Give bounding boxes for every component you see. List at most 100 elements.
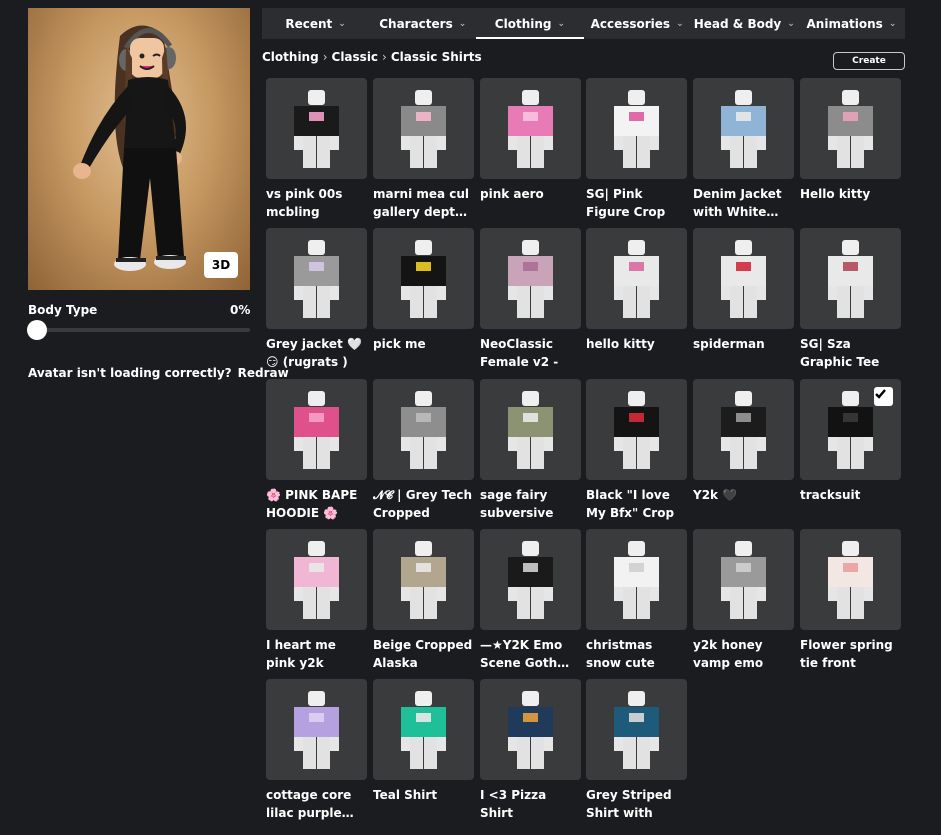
item-name[interactable]: pink aero (480, 185, 581, 221)
catalog-item[interactable]: pick me (373, 228, 474, 371)
item-name[interactable]: I <3 Pizza Shirt (480, 786, 581, 822)
item-name[interactable]: sage fairy subversive y2k… (480, 486, 581, 522)
catalog-item[interactable]: NeoClassic Female v2 - Shirt (480, 228, 581, 371)
catalog-item[interactable]: tracksuit (800, 379, 901, 522)
item-thumbnail[interactable] (266, 529, 367, 630)
tab-characters[interactable]: Characters ⌄ (369, 8, 476, 39)
catalog-item[interactable]: Grey jacket 🤍😏 (rugrats ) (266, 228, 367, 371)
item-name[interactable]: Beige Cropped Alaska Pullover (373, 636, 474, 672)
catalog-item[interactable]: Grey Striped Shirt with Deni… (586, 679, 687, 822)
catalog-item[interactable]: Black "I love My Bfx" Crop top… (586, 379, 687, 522)
item-thumbnail[interactable] (480, 529, 581, 630)
item-name[interactable]: —★Y2K Emo Scene Goth… (480, 636, 581, 672)
item-thumbnail[interactable] (373, 78, 474, 179)
item-name[interactable]: spiderman (693, 335, 794, 371)
catalog-item[interactable]: Teal Shirt (373, 679, 474, 822)
catalog-item[interactable]: pink aero (480, 78, 581, 221)
shirt-preview (614, 541, 659, 619)
item-thumbnail[interactable] (266, 228, 367, 329)
catalog-item[interactable]: SG| Sza Graphic Tee (800, 228, 901, 371)
catalog-item[interactable]: Y2k 🖤 (693, 379, 794, 522)
breadcrumb-item[interactable]: Classic (332, 50, 379, 64)
item-name[interactable]: SG| Pink Figure Crop (586, 185, 687, 221)
item-thumbnail[interactable] (586, 228, 687, 329)
catalog-item[interactable]: cottage core lilac purple… (266, 679, 367, 822)
item-thumbnail[interactable] (693, 78, 794, 179)
item-thumbnail[interactable] (480, 679, 581, 780)
item-name[interactable]: christmas snow cute White… (586, 636, 687, 672)
catalog-item[interactable]: I heart me pink y2k cropped… (266, 529, 367, 672)
breadcrumb-item[interactable]: Clothing (262, 50, 319, 64)
catalog-item[interactable]: Denim Jacket with White… (693, 78, 794, 221)
item-name[interactable]: Grey jacket 🤍😏 (rugrats ) (266, 335, 367, 371)
item-name[interactable]: cottage core lilac purple… (266, 786, 367, 822)
item-name[interactable]: Grey Striped Shirt with Deni… (586, 786, 687, 822)
item-thumbnail[interactable] (373, 679, 474, 780)
item-name[interactable]: vs pink 00s mcbling (266, 185, 367, 221)
item-name[interactable]: marni mea cul gallery dept… (373, 185, 474, 221)
item-name[interactable]: 🌸 PINK BAPE HOODIE 🌸 (266, 486, 367, 522)
catalog-item[interactable]: Flower spring tie front preppy… (800, 529, 901, 672)
catalog-item[interactable]: SG| Pink Figure Crop (586, 78, 687, 221)
item-name[interactable]: Denim Jacket with White… (693, 185, 794, 221)
item-name[interactable]: Hello kitty (800, 185, 901, 221)
create-button[interactable]: Create (833, 52, 905, 70)
item-name[interactable]: pick me (373, 335, 474, 371)
item-thumbnail[interactable] (266, 379, 367, 480)
item-name[interactable]: y2k honey vamp emo cyber… (693, 636, 794, 672)
item-thumbnail[interactable] (586, 679, 687, 780)
item-thumbnail[interactable] (693, 228, 794, 329)
body-type-slider-knob[interactable] (27, 320, 47, 340)
item-name[interactable]: I heart me pink y2k cropped… (266, 636, 367, 672)
catalog-item[interactable]: marni mea cul gallery dept… (373, 78, 474, 221)
tab-animations[interactable]: Animations ⌄ (798, 8, 905, 39)
item-thumbnail[interactable] (693, 529, 794, 630)
item-thumbnail[interactable] (266, 679, 367, 780)
catalog-item[interactable]: 𝓝𝓒 | Grey Tech Cropped (373, 379, 474, 522)
item-name[interactable]: hello kitty (586, 335, 687, 371)
item-name[interactable]: tracksuit (800, 486, 901, 522)
item-name[interactable]: 𝓝𝓒 | Grey Tech Cropped (373, 486, 474, 522)
catalog-item[interactable]: christmas snow cute White… (586, 529, 687, 672)
item-name[interactable]: Black "I love My Bfx" Crop top… (586, 486, 687, 522)
item-thumbnail[interactable] (373, 228, 474, 329)
item-thumbnail[interactable] (693, 379, 794, 480)
catalog-item[interactable]: Beige Cropped Alaska Pullover (373, 529, 474, 672)
tab-recent[interactable]: Recent ⌄ (262, 8, 369, 39)
catalog-item[interactable]: I <3 Pizza Shirt (480, 679, 581, 822)
item-name[interactable]: NeoClassic Female v2 - Shirt (480, 335, 581, 371)
item-thumbnail[interactable] (800, 379, 901, 480)
item-thumbnail[interactable] (586, 78, 687, 179)
item-thumbnail[interactable] (586, 529, 687, 630)
shirt-preview (614, 691, 659, 769)
item-name[interactable]: Flower spring tie front preppy… (800, 636, 901, 672)
tab-clothing[interactable]: Clothing ⌄ (476, 8, 584, 39)
view-3d-toggle-button[interactable]: 3D (204, 252, 238, 278)
item-thumbnail[interactable] (800, 529, 901, 630)
item-thumbnail[interactable] (480, 78, 581, 179)
avatar-preview[interactable]: 3D (28, 8, 250, 290)
item-thumbnail[interactable] (480, 228, 581, 329)
catalog-item[interactable]: spiderman (693, 228, 794, 371)
item-thumbnail[interactable] (480, 379, 581, 480)
catalog-item[interactable]: 🌸 PINK BAPE HOODIE 🌸 (266, 379, 367, 522)
catalog-item[interactable]: —★Y2K Emo Scene Goth… (480, 529, 581, 672)
tab-accessories[interactable]: Accessories ⌄ (584, 8, 691, 39)
item-thumbnail[interactable] (586, 379, 687, 480)
item-thumbnail[interactable] (266, 78, 367, 179)
catalog-item[interactable]: vs pink 00s mcbling (266, 78, 367, 221)
tab-head-body[interactable]: Head & Body ⌄ (691, 8, 798, 39)
item-thumbnail[interactable] (373, 379, 474, 480)
item-name[interactable]: Y2k 🖤 (693, 486, 794, 522)
catalog-item[interactable]: sage fairy subversive y2k… (480, 379, 581, 522)
shirt-preview (508, 90, 553, 168)
body-type-slider-track[interactable] (28, 328, 250, 332)
catalog-item[interactable]: hello kitty (586, 228, 687, 371)
item-thumbnail[interactable] (373, 529, 474, 630)
item-name[interactable]: Teal Shirt (373, 786, 474, 822)
catalog-item[interactable]: y2k honey vamp emo cyber… (693, 529, 794, 672)
item-thumbnail[interactable] (800, 78, 901, 179)
item-thumbnail[interactable] (800, 228, 901, 329)
item-name[interactable]: SG| Sza Graphic Tee (800, 335, 901, 371)
catalog-item[interactable]: Hello kitty (800, 78, 901, 221)
